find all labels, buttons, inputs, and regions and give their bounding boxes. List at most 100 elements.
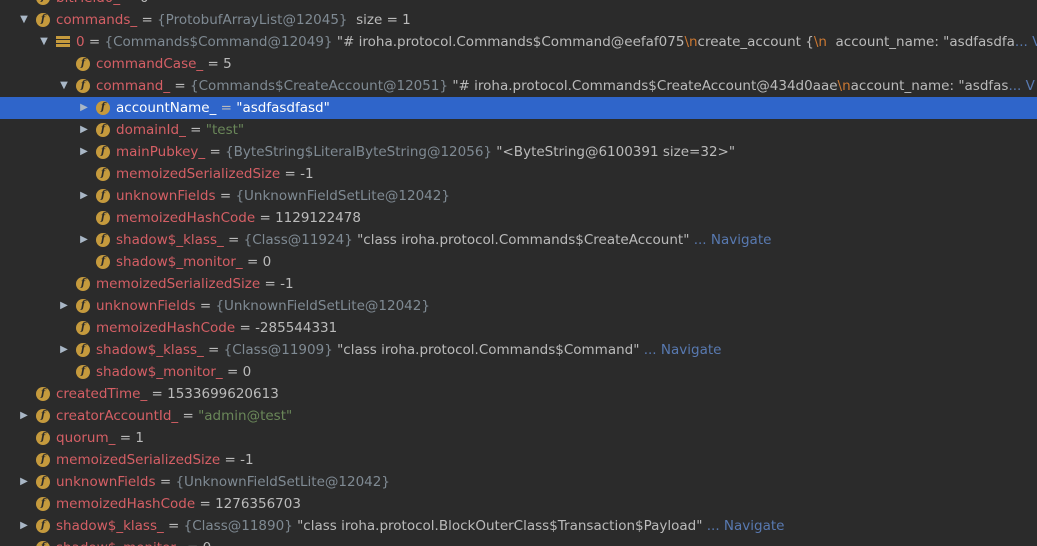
field-name: memoizedSerializedSize: [116, 166, 281, 182]
more-link[interactable]: ... V: [1008, 78, 1034, 94]
tree-row[interactable]: ▶ f accountName_ = "asdfasdfasd": [0, 97, 1037, 119]
equals-sign: =: [195, 298, 216, 314]
equals-sign: =: [147, 386, 168, 402]
row-text: 0 = {Commands$Command@12049} "# iroha.pr…: [76, 31, 1037, 53]
field-value: -1: [280, 276, 294, 292]
tree-row[interactable]: f commandCase_ = 5: [0, 53, 1037, 75]
tree-row[interactable]: f memoizedSerializedSize = -1: [0, 273, 1037, 295]
field-value: -285544331: [255, 320, 338, 336]
field-name: memoizedSerializedSize: [56, 452, 221, 468]
equals-sign: =: [163, 518, 184, 534]
field-value: create_account {: [697, 34, 814, 50]
row-text: commands_ = {ProtobufArrayList@12045} si…: [56, 9, 411, 31]
equals-sign: =: [137, 12, 158, 28]
field-value: "admin@test": [198, 408, 293, 424]
equals-sign: =: [255, 210, 276, 226]
field-value: \n: [813, 34, 827, 50]
field-icon: f: [36, 387, 50, 401]
tree-row[interactable]: f quorum_ = 1: [0, 427, 1037, 449]
field-value: {ByteString$LiteralByteString@12056}: [225, 144, 492, 160]
tree-row[interactable]: ▶ f shadow$_klass_ = {Class@11890} "class …: [0, 515, 1037, 537]
tree-row[interactable]: ▼ 0 = {Commands$Command@12049} "# iroha.p…: [0, 31, 1037, 53]
equals-sign: =: [195, 496, 216, 512]
tree-row[interactable]: f shadow$_monitor_ = 0: [0, 537, 1037, 546]
field-value: account_name: "asdfasdfa: [826, 34, 1015, 50]
collapse-arrow-icon[interactable]: ▶: [58, 295, 70, 317]
field-name: shadow$_klass_: [116, 232, 224, 248]
field-value: 1276356703: [215, 496, 301, 512]
collapse-arrow-icon[interactable]: ▶: [78, 119, 90, 141]
field-value: "# iroha.protocol.Commands$Command@eefaf…: [332, 34, 685, 50]
more-link[interactable]: ... V: [1015, 34, 1037, 50]
equals-sign: =: [170, 78, 191, 94]
tree-row[interactable]: f memoizedSerializedSize = -1: [0, 163, 1037, 185]
field-icon: f: [96, 189, 110, 203]
expand-arrow-icon[interactable]: ▼: [38, 31, 50, 53]
field-value: {Class@11909}: [223, 342, 333, 358]
field-name: shadow$_monitor_: [56, 540, 183, 546]
field-icon: f: [36, 0, 50, 5]
collapse-arrow-icon[interactable]: ▶: [18, 515, 30, 537]
collapse-arrow-icon[interactable]: ▶: [78, 97, 90, 119]
field-value: \n: [837, 78, 851, 94]
field-icon: f: [36, 409, 50, 423]
tree-row[interactable]: ▶ f domainId_ = "test": [0, 119, 1037, 141]
field-name: memoizedHashCode: [96, 320, 236, 336]
tree-row[interactable]: f memoizedHashCode = 1129122478: [0, 207, 1037, 229]
tree-row[interactable]: ▶ f mainPubkey_ = {ByteString$LiteralByteS…: [0, 141, 1037, 163]
tree-row[interactable]: ▶ f shadow$_klass_ = {Class@11924} "class …: [0, 229, 1037, 251]
equals-sign: =: [120, 0, 140, 6]
tree-row[interactable]: ▶ f shadow$_klass_ = {Class@11909} "class …: [0, 339, 1037, 361]
tree-row[interactable]: ▶ f unknownFields = {UnknownFieldSetLite@1…: [0, 295, 1037, 317]
row-text: unknownFields = {UnknownFieldSetLite@120…: [96, 295, 430, 317]
expand-arrow-icon[interactable]: ▼: [58, 75, 70, 97]
tree-row[interactable]: f createdTime_ = 1533699620613: [0, 383, 1037, 405]
row-text: shadow$_monitor_ = 0: [56, 537, 211, 546]
collapse-arrow-icon[interactable]: ▶: [78, 185, 90, 207]
field-name: unknownFields: [116, 188, 216, 204]
field-value: {UnknownFieldSetLite@12042}: [215, 298, 430, 314]
field-value: "asdfasdfasd": [236, 100, 330, 116]
tree-row[interactable]: f memoizedHashCode = 1276356703: [0, 493, 1037, 515]
tree-row[interactable]: f shadow$_monitor_ = 0: [0, 361, 1037, 383]
row-text: domainId_ = "test": [116, 119, 244, 141]
navigate-link[interactable]: ... Navigate: [702, 518, 785, 534]
field-icon: f: [36, 497, 50, 511]
tree-row[interactable]: f memoizedHashCode = -285544331: [0, 317, 1037, 339]
collapse-arrow-icon[interactable]: ▶: [78, 229, 90, 251]
collapse-arrow-icon[interactable]: ▶: [78, 141, 90, 163]
field-value: "test": [205, 122, 245, 138]
row-text: quorum_ = 1: [56, 427, 144, 449]
tree-row[interactable]: f shadow$_monitor_ = 0: [0, 251, 1037, 273]
collapse-arrow-icon[interactable]: ▶: [18, 405, 30, 427]
row-text: bitField0_ = 0: [56, 0, 149, 9]
field-value: 5: [223, 56, 232, 72]
tree-row[interactable]: ▶ f creatorAccountId_ = "admin@test": [0, 405, 1037, 427]
navigate-link[interactable]: ... Navigate: [639, 342, 722, 358]
tree-row[interactable]: ▼ f command_ = {Commands$CreateAccount@120…: [0, 75, 1037, 97]
tree-row[interactable]: f bitField0_ = 0: [0, 0, 1037, 9]
navigate-link[interactable]: ... Navigate: [689, 232, 772, 248]
field-icon: f: [96, 233, 110, 247]
field-name: shadow$_monitor_: [116, 254, 243, 270]
row-text: memoizedSerializedSize = -1: [96, 273, 294, 295]
field-name: shadow$_monitor_: [96, 364, 223, 380]
field-value: 1533699620613: [167, 386, 279, 402]
tree-row[interactable]: ▶ f unknownFields = {UnknownFieldSetLite@1…: [0, 471, 1037, 493]
tree-row[interactable]: ▼ f commands_ = {ProtobufArrayList@12045} …: [0, 9, 1037, 31]
expand-arrow-icon[interactable]: ▼: [18, 9, 30, 31]
tree-row[interactable]: f memoizedSerializedSize = -1: [0, 449, 1037, 471]
equals-sign: =: [260, 276, 281, 292]
row-text: memoizedHashCode = 1276356703: [56, 493, 301, 515]
field-name: creatorAccountId_: [56, 408, 179, 424]
row-text: command_ = {Commands$CreateAccount@12051…: [96, 75, 1035, 97]
field-value: 1: [135, 430, 144, 446]
tree-row[interactable]: ▶ f unknownFields = {UnknownFieldSetLite@1…: [0, 185, 1037, 207]
field-value: account_name: "asdfas: [850, 78, 1009, 94]
debugger-variables-tree[interactable]: f bitField0_ = 0 ▼ f commands_ = {ProtobufAr…: [0, 0, 1037, 546]
collapse-arrow-icon[interactable]: ▶: [18, 471, 30, 493]
field-value: 0: [140, 0, 149, 6]
collapse-arrow-icon[interactable]: ▶: [58, 339, 70, 361]
field-value: \n: [684, 34, 698, 50]
field-icon: f: [76, 277, 90, 291]
